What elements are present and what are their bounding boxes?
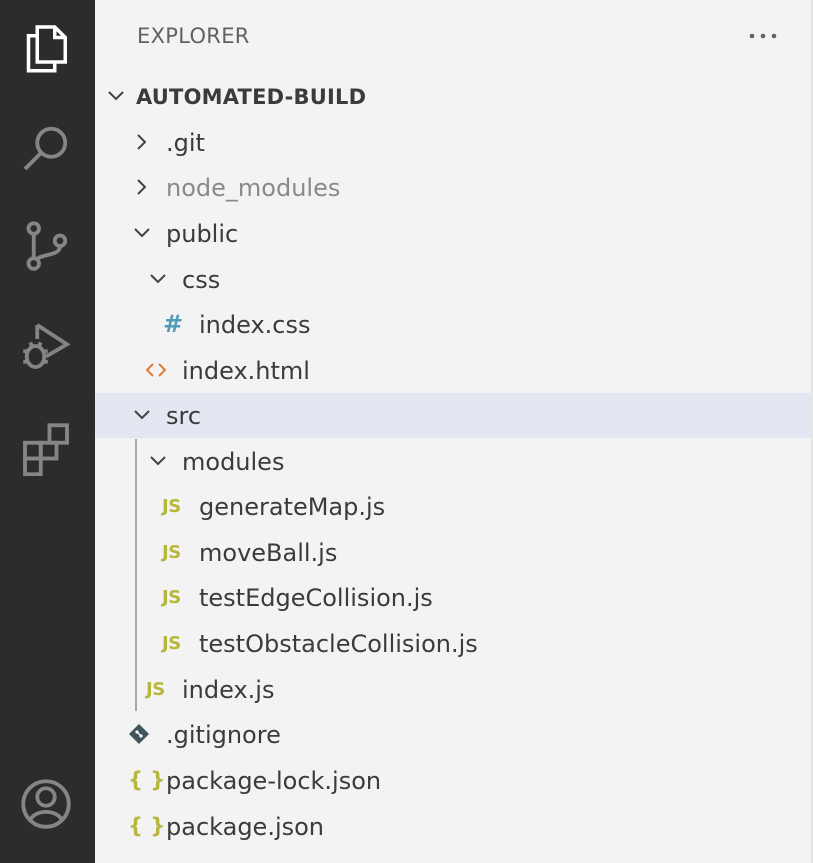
- tree-item-testobstaclecollision-js[interactable]: JS testObstacleCollision.js: [95, 621, 811, 666]
- tree-item-gitignore[interactable]: .gitignore: [95, 712, 811, 757]
- tree-item-src[interactable]: src: [95, 393, 811, 438]
- chevron-down-icon: [148, 269, 168, 289]
- tree-item-label: node_modules: [166, 173, 341, 202]
- js-file-icon: JS: [162, 632, 181, 654]
- tree-item-generatemap-js[interactable]: JS generateMap.js: [95, 484, 811, 529]
- tree-item-testedgecollision-js[interactable]: JS testEdgeCollision.js: [95, 575, 811, 620]
- extensions-icon[interactable]: [14, 416, 78, 480]
- tree-item-label: css: [182, 265, 221, 294]
- tree-item-label: modules: [182, 447, 285, 476]
- tree-item-label: .git: [166, 128, 205, 157]
- explorer-header: EXPLORER: [95, 0, 811, 76]
- explorer-sidebar: EXPLORER AUTOMATED-BUILD .git node_modul…: [95, 0, 813, 863]
- chevron-right-icon: [132, 132, 152, 152]
- tree-item-label: index.css: [199, 310, 311, 339]
- tree-item-moveball-js[interactable]: JS moveBall.js: [95, 530, 811, 575]
- chevron-down-icon: [148, 451, 168, 471]
- js-file-icon: JS: [162, 586, 181, 608]
- tree-item-css-folder[interactable]: css: [95, 257, 811, 302]
- tree-item-git[interactable]: .git: [95, 120, 811, 165]
- search-icon[interactable]: [14, 116, 78, 180]
- tree-item-label: moveBall.js: [199, 538, 338, 567]
- source-control-icon[interactable]: [14, 214, 78, 278]
- css-file-icon: #: [163, 310, 184, 338]
- activity-bar: [0, 0, 95, 863]
- root-folder-label: AUTOMATED-BUILD: [136, 84, 367, 109]
- js-file-icon: JS: [162, 541, 181, 563]
- tree-item-node-modules[interactable]: node_modules: [95, 165, 811, 210]
- more-actions-icon[interactable]: [745, 18, 781, 54]
- tree-root-folder[interactable]: AUTOMATED-BUILD: [95, 74, 811, 119]
- html-file-icon: [145, 356, 167, 384]
- tree-item-label: .gitignore: [166, 720, 281, 749]
- json-file-icon: { }: [128, 814, 166, 838]
- js-file-icon: JS: [146, 678, 165, 700]
- tree-item-modules[interactable]: modules: [95, 439, 811, 484]
- tree-item-label: testEdgeCollision.js: [199, 583, 433, 612]
- tree-item-label: package.json: [166, 812, 325, 841]
- tree-item-index-js[interactable]: JS index.js: [95, 667, 811, 712]
- tree-item-public[interactable]: public: [95, 211, 811, 256]
- git-file-icon: [128, 720, 150, 748]
- chevron-down-icon: [132, 405, 152, 425]
- tree-item-label: public: [166, 219, 239, 248]
- chevron-down-icon: [106, 86, 126, 106]
- tree-item-label: src: [166, 401, 202, 430]
- js-file-icon: JS: [162, 495, 181, 517]
- tree-item-label: index.js: [182, 675, 275, 704]
- explorer-title: EXPLORER: [137, 24, 250, 48]
- tree-item-index-html[interactable]: index.html: [95, 348, 811, 393]
- json-file-icon: { }: [128, 768, 166, 792]
- tree-item-label: testObstacleCollision.js: [199, 629, 478, 658]
- chevron-right-icon: [132, 177, 152, 197]
- tree-item-package-json[interactable]: { } package.json: [95, 804, 811, 849]
- tree-item-index-css[interactable]: # index.css: [95, 302, 811, 347]
- tree-item-label: generateMap.js: [199, 492, 386, 521]
- chevron-down-icon: [132, 223, 152, 243]
- tree-item-package-lock-json[interactable]: { } package-lock.json: [95, 758, 811, 803]
- explorer-icon[interactable]: [14, 16, 78, 80]
- tree-item-label: index.html: [182, 356, 310, 385]
- account-icon[interactable]: [14, 772, 78, 836]
- tree-item-label: package-lock.json: [166, 766, 382, 795]
- run-debug-icon[interactable]: [14, 314, 78, 378]
